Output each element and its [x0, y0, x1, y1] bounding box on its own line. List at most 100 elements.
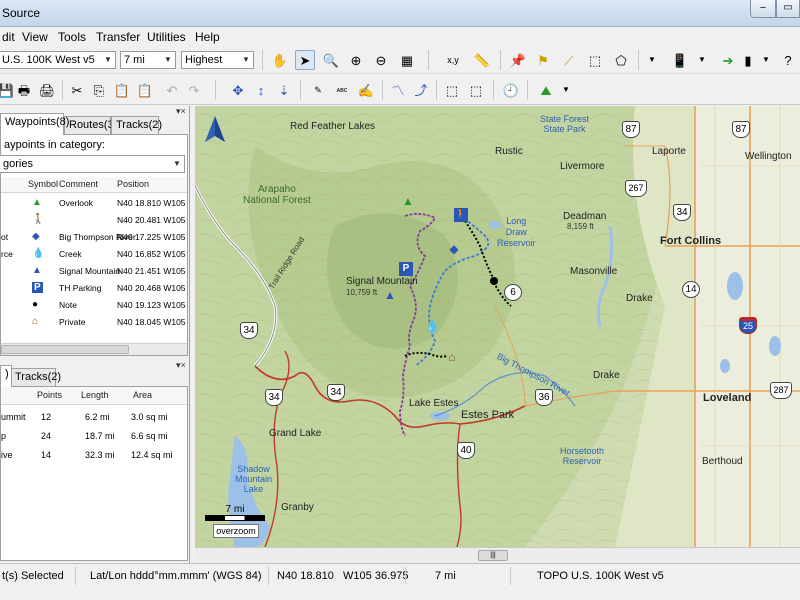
tab-waypoints[interactable]: Waypoints(8)	[0, 113, 69, 135]
menu-utilities[interactable]: Utilities	[147, 30, 186, 44]
send-to-device-icon[interactable]: ➔	[718, 50, 738, 70]
menu-transfer[interactable]: Transfer	[96, 30, 140, 44]
menu-tools[interactable]: Tools	[58, 30, 86, 44]
tab-routes[interactable]: Routes(3)	[64, 116, 117, 134]
col-points[interactable]: Points	[37, 390, 62, 400]
pushpin-icon[interactable]: 📌	[508, 50, 528, 70]
map-scroll-thumb[interactable]: |||	[478, 550, 508, 561]
map-product-select[interactable]: U.S. 100K West v5 ▼	[0, 51, 116, 69]
help-icon[interactable]: ?	[778, 50, 798, 70]
dropdown-arrow-icon[interactable]: ▼	[692, 50, 712, 70]
zoom-icon[interactable]: 🔍	[321, 50, 341, 70]
route-row[interactable]: ummit 12 6.2 mi 3.0 sq mi	[1, 409, 187, 426]
route-row[interactable]: p 24 18.7 mi 6.6 sq mi	[1, 428, 187, 445]
col-position[interactable]: Position	[117, 179, 149, 189]
select-area-icon[interactable]: ⬚	[442, 80, 462, 100]
select-arrow-icon[interactable]: ➤	[295, 50, 315, 70]
paste-special-icon[interactable]: 📋	[135, 80, 155, 100]
label-icon[interactable]: ✎	[308, 80, 328, 100]
copy-icon[interactable]: ⎘	[89, 80, 109, 100]
move-icon[interactable]: ✥	[228, 80, 248, 100]
paste-icon[interactable]: 📋	[112, 80, 132, 100]
minimize-button[interactable]: –	[750, 0, 776, 18]
select-lasso-icon[interactable]: ⬚	[466, 80, 486, 100]
waypoint-row[interactable]: P TH Parking N40 20.468 W105 35.607	[1, 280, 187, 297]
waypoint-row[interactable]: ot◆Big Thompson RiverN40 17.225 W105 38.…	[1, 229, 187, 246]
waypoint-row[interactable]: ⌂ Private N40 18.045 W105 33.210	[1, 314, 187, 331]
coordinates-icon[interactable]: x,y	[443, 50, 463, 70]
toolbar-separator	[382, 80, 383, 100]
zoom-select[interactable]: 7 mi ▼	[120, 51, 176, 69]
highway-shield: 34	[265, 389, 283, 406]
mountain-waypoint-icon[interactable]: ▲	[383, 288, 397, 302]
house-waypoint-icon[interactable]: ⌂	[445, 350, 459, 364]
scroll-thumb[interactable]	[1, 345, 129, 354]
print-icon[interactable]: 🖶	[14, 80, 34, 100]
col-length[interactable]: Length	[81, 390, 109, 400]
route-name: ummit	[1, 412, 26, 422]
waypoint-row[interactable]: ▲ Signal MountainN40 21.451 W105 32.987	[1, 263, 187, 280]
col-symbol[interactable]: Symbol	[28, 179, 58, 189]
redo-icon[interactable]: ↷	[184, 80, 204, 100]
tab-tracks-lower[interactable]: Tracks(2)	[10, 368, 61, 386]
ruler-icon[interactable]: 📏	[472, 50, 492, 70]
tab-routes-lower[interactable]: )	[0, 365, 12, 387]
waypoint-row[interactable]: rce 💧 Creek N40 16.852 W105 37.201	[1, 246, 187, 263]
waypoint-row[interactable]: ▲ Overlook N40 18.810 W105 36.975	[1, 195, 187, 212]
detail-select[interactable]: Highest ▼	[181, 51, 254, 69]
waypoint-row[interactable]: 🚶 N40 20.481 W105 35.654	[1, 212, 187, 229]
panel-pin-icon[interactable]: ▾×	[176, 106, 186, 117]
maximize-button[interactable]: ▭	[776, 0, 800, 18]
waypoint-name: rce	[1, 249, 13, 259]
dropdown-arrow-icon[interactable]: ▼	[556, 80, 576, 100]
flag-icon[interactable]: ⚑	[533, 50, 553, 70]
dropdown-arrow-icon[interactable]: ▼	[642, 50, 662, 70]
device-icon[interactable]: ▮	[738, 50, 758, 70]
print-preview-icon[interactable]: 🖨	[37, 80, 57, 100]
waypoint-row[interactable]: ● Note N40 19.123 W105 34.210	[1, 297, 187, 314]
text-abc-icon[interactable]: ᴀʙᴄ	[332, 80, 352, 100]
map-hscrollbar[interactable]: |||	[195, 547, 800, 563]
col-area[interactable]: Area	[133, 390, 152, 400]
overlook-waypoint-icon[interactable]: ▲	[401, 194, 415, 208]
data-tabs: Waypoints(8) Routes(3) Tracks(2)	[0, 112, 190, 135]
move-vertical-icon[interactable]: ↕	[251, 80, 271, 100]
route-area: 6.6 sq mi	[131, 431, 168, 441]
polygon-icon[interactable]: ⬠	[611, 50, 631, 70]
toolbar-separator	[638, 50, 639, 70]
zoom-in-icon[interactable]: ⊕	[346, 50, 366, 70]
area-select-icon[interactable]: ⬚	[585, 50, 605, 70]
hiker-waypoint-icon[interactable]: 🚶	[454, 208, 468, 222]
cut-icon[interactable]: ✂	[67, 80, 87, 100]
menu-view[interactable]: View	[22, 30, 48, 44]
menu-edit[interactable]: dit	[2, 30, 15, 44]
route-tool-icon[interactable]: ⟋	[559, 50, 579, 70]
water-drop-waypoint-icon[interactable]: 💧	[425, 319, 440, 333]
zoom-out-icon[interactable]: ⊖	[371, 50, 391, 70]
clock-icon[interactable]: 🕘	[501, 80, 521, 100]
tab-tracks[interactable]: Tracks(2)	[111, 116, 162, 134]
category-select[interactable]: gories ▼	[0, 155, 185, 173]
map-view[interactable]: Red Feather Lakes State Forest State Par…	[195, 106, 800, 547]
route-area: 3.0 sq mi	[131, 412, 168, 422]
elevation-profile-icon[interactable]: ⛰	[536, 80, 556, 100]
map-label-fort-collins: Fort Collins	[660, 235, 722, 247]
menu-help[interactable]: Help	[195, 30, 220, 44]
move-down-icon[interactable]: ⇣	[274, 80, 294, 100]
track-icon[interactable]: 〽	[388, 80, 408, 100]
dropdown-arrow-icon[interactable]: ▼	[756, 50, 776, 70]
grid-icon[interactable]: ▦	[397, 50, 417, 70]
parking-waypoint-icon[interactable]: P	[399, 262, 413, 276]
chevron-down-icon: ▼	[164, 55, 172, 64]
route-points: 12	[41, 412, 52, 422]
undo-icon[interactable]: ↶	[162, 80, 182, 100]
fish-waypoint-icon[interactable]: ◆	[447, 242, 461, 256]
waypoint-hscrollbar[interactable]	[1, 343, 187, 355]
col-comment[interactable]: Comment	[59, 179, 98, 189]
route-icon[interactable]: ⤴	[411, 80, 431, 100]
route-row[interactable]: ive 14 32.3 mi 12.4 sq mi	[1, 447, 187, 464]
text-edit-icon[interactable]: ✍	[356, 80, 376, 100]
hand-icon[interactable]: ✋	[270, 50, 290, 70]
waypoint-position: N40 20.468 W105 35.607	[117, 283, 187, 293]
gps-device-icon[interactable]: 📱	[670, 50, 690, 70]
